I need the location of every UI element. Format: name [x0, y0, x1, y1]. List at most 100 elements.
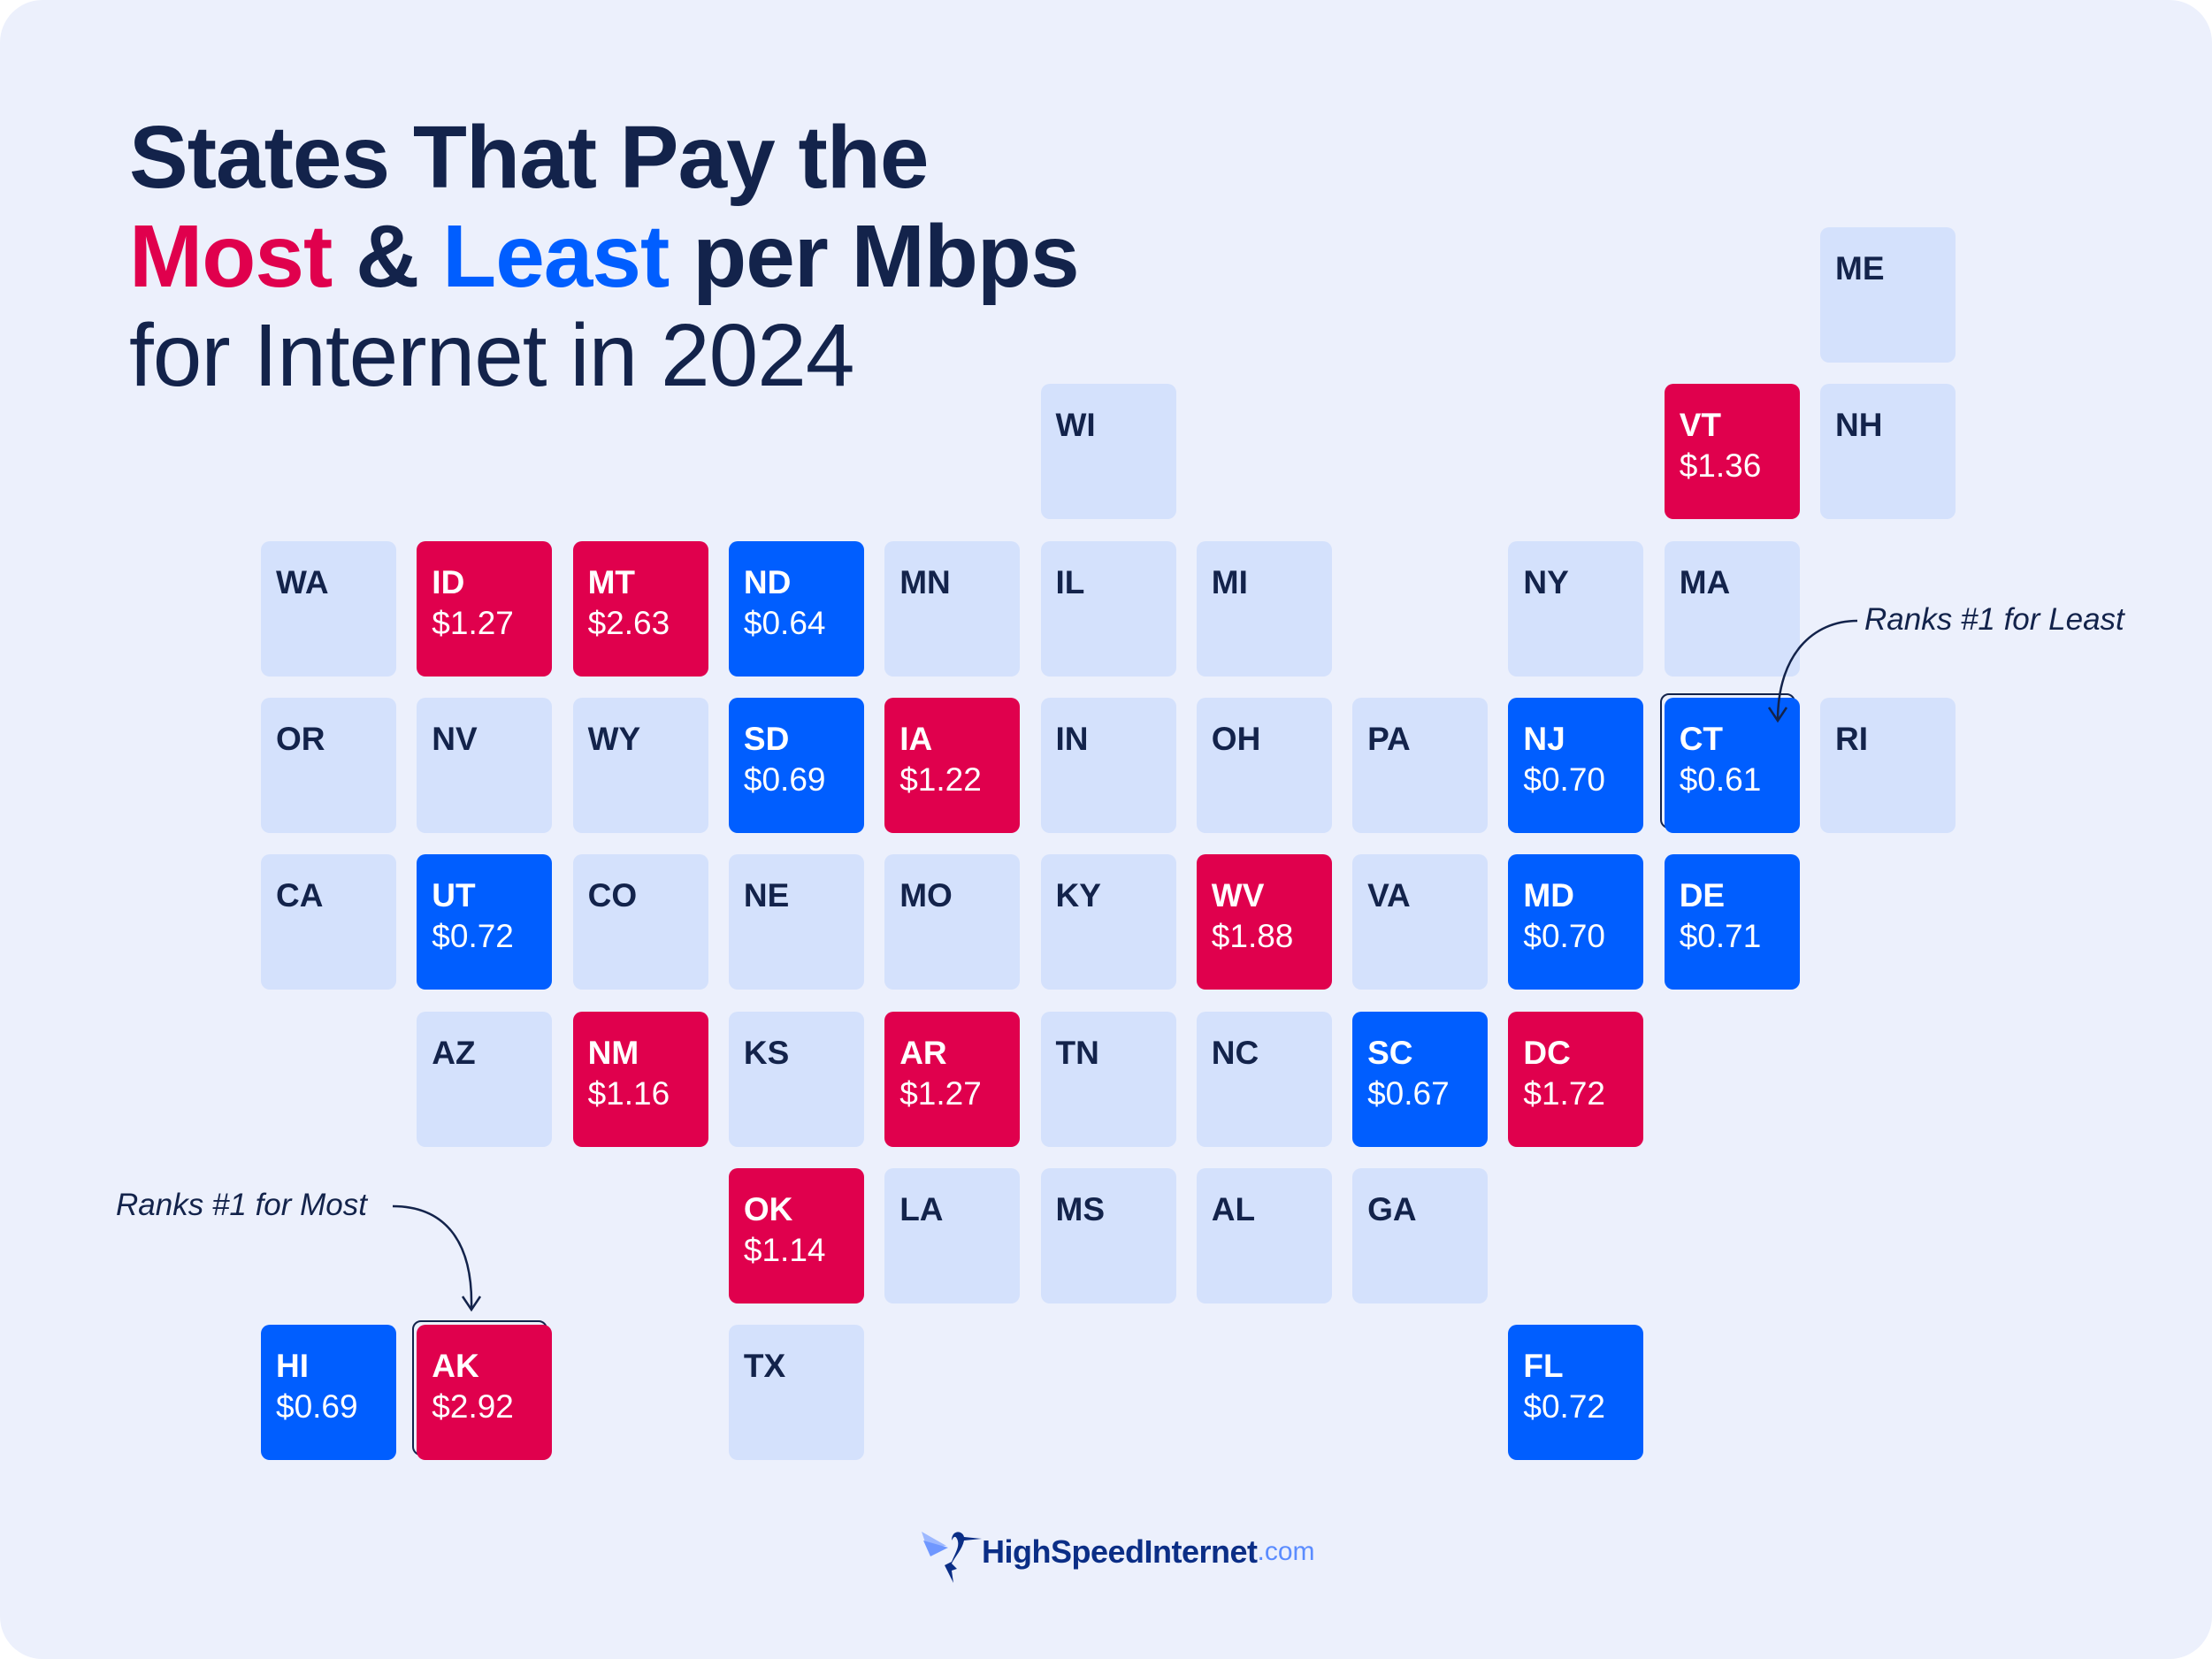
state-abbr: MI: [1211, 563, 1248, 600]
state-abbr: NV: [432, 720, 478, 757]
state-abbr: LA: [899, 1190, 944, 1227]
state-abbr: NC: [1211, 1034, 1259, 1071]
state-price: $1.14: [743, 1231, 826, 1268]
state-abbr: KS: [743, 1034, 790, 1071]
state-tile-hi: HI $0.69: [261, 1325, 396, 1461]
state-abbr: MN: [899, 563, 951, 600]
state-abbr: IN: [1055, 720, 1089, 757]
state-tile-ut: UT $0.72: [417, 854, 553, 990]
state-abbr: IL: [1055, 563, 1085, 600]
state-abbr: NE: [743, 877, 790, 914]
title-most: Most: [129, 207, 333, 306]
state-abbr: CT: [1679, 720, 1724, 757]
state-abbr: CO: [587, 877, 638, 914]
annotation-most: Ranks #1 for Most: [116, 1188, 367, 1222]
state-abbr: AZ: [432, 1034, 476, 1071]
state-abbr: ME: [1835, 250, 1885, 287]
state-price: $0.69: [743, 761, 826, 798]
state-tile-sc: SC $0.67: [1352, 1011, 1489, 1147]
state-price: $0.69: [276, 1388, 358, 1426]
state-tile-ct: CT $0.61: [1664, 697, 1800, 833]
state-tile-ky: KY: [1040, 854, 1176, 990]
state-price: $0.70: [1523, 918, 1605, 955]
state-price: $1.27: [899, 1074, 982, 1112]
state-price: $1.36: [1679, 447, 1762, 485]
state-abbr: PA: [1367, 720, 1411, 757]
state-abbr: AR: [899, 1034, 947, 1071]
state-tile-dc: DC $1.72: [1508, 1011, 1644, 1147]
state-abbr: CA: [276, 877, 324, 914]
state-abbr: RI: [1835, 720, 1868, 757]
state-tile-ak: AK $2.92: [417, 1325, 553, 1461]
state-price: $1.88: [1211, 918, 1294, 955]
state-abbr: HI: [276, 1348, 309, 1385]
state-price: $0.72: [1523, 1388, 1605, 1426]
state-tile-mo: MO: [884, 854, 1021, 990]
state-abbr: NM: [587, 1034, 639, 1071]
state-abbr: DC: [1523, 1034, 1571, 1071]
state-abbr: ID: [432, 563, 465, 600]
state-tile-nh: NH: [1820, 384, 1956, 520]
logo-text: HighSpeedInternet: [982, 1533, 1258, 1570]
state-price: $2.63: [587, 604, 670, 641]
state-price: $0.71: [1679, 918, 1762, 955]
state-abbr: NJ: [1523, 720, 1565, 757]
state-tile-ga: GA: [1352, 1167, 1489, 1304]
state-tile-ri: RI: [1820, 697, 1956, 833]
state-abbr: WA: [276, 563, 329, 600]
state-tile-az: AZ: [417, 1011, 553, 1147]
state-tile-de: DE $0.71: [1664, 854, 1800, 990]
state-tile-co: CO: [572, 854, 708, 990]
state-tile-ny: NY: [1508, 540, 1644, 677]
state-abbr: MO: [899, 877, 953, 914]
state-tile-tx: TX: [728, 1325, 864, 1461]
state-tile-or: OR: [261, 697, 396, 833]
state-tile-id: ID $1.27: [417, 540, 553, 677]
state-abbr: TX: [743, 1348, 786, 1385]
state-tile-pa: PA: [1352, 697, 1489, 833]
state-abbr: AL: [1211, 1190, 1256, 1227]
state-price: $0.67: [1367, 1074, 1450, 1112]
state-tile-ia: IA $1.22: [884, 697, 1021, 833]
annotation-least: Ranks #1 for Least: [1864, 602, 2124, 637]
state-abbr: WV: [1211, 877, 1265, 914]
state-price: $1.22: [899, 761, 982, 798]
state-tile-oh: OH: [1196, 697, 1332, 833]
state-abbr: WI: [1055, 407, 1096, 444]
state-tile-me: ME: [1820, 227, 1956, 363]
state-price: $0.64: [743, 604, 826, 641]
state-tile-ar: AR $1.27: [884, 1011, 1021, 1147]
state-abbr: VA: [1367, 877, 1411, 914]
state-abbr: OR: [276, 720, 325, 757]
hummingbird-logo-icon: [922, 1532, 982, 1583]
state-tile-ma: MA: [1664, 540, 1800, 677]
state-abbr: OH: [1211, 720, 1261, 757]
state-price: $2.92: [432, 1388, 514, 1426]
state-tile-md: MD $0.70: [1508, 854, 1644, 990]
state-abbr: WY: [587, 720, 641, 757]
state-tile-nd: ND $0.64: [728, 540, 864, 677]
infographic-card: States That Pay the Most & Least per Mbp…: [0, 0, 2212, 1659]
state-tile-ms: MS: [1040, 1167, 1176, 1304]
state-price: $1.16: [587, 1074, 670, 1112]
state-abbr: NH: [1835, 407, 1883, 444]
state-price: $0.72: [432, 918, 514, 955]
state-abbr: ND: [743, 563, 792, 600]
title-line-3: for Internet in 2024: [129, 306, 854, 405]
state-tile-wa: WA: [261, 540, 396, 677]
state-abbr: DE: [1679, 877, 1726, 914]
state-tile-ok: OK $1.14: [728, 1167, 864, 1304]
state-abbr: MS: [1055, 1190, 1106, 1227]
state-price: $1.72: [1523, 1074, 1605, 1112]
state-tile-vt: VT $1.36: [1664, 384, 1800, 520]
state-tile-la: LA: [884, 1167, 1021, 1304]
state-abbr: NY: [1523, 563, 1569, 600]
state-abbr: SD: [743, 720, 790, 757]
state-tile-mt: MT $2.63: [572, 540, 708, 677]
state-abbr: AK: [432, 1348, 479, 1385]
state-abbr: FL: [1523, 1348, 1564, 1385]
state-tile-nc: NC: [1196, 1011, 1332, 1147]
state-tile-fl: FL $0.72: [1508, 1325, 1644, 1461]
state-price: $0.70: [1523, 761, 1605, 798]
state-tile-ca: CA: [261, 854, 396, 990]
